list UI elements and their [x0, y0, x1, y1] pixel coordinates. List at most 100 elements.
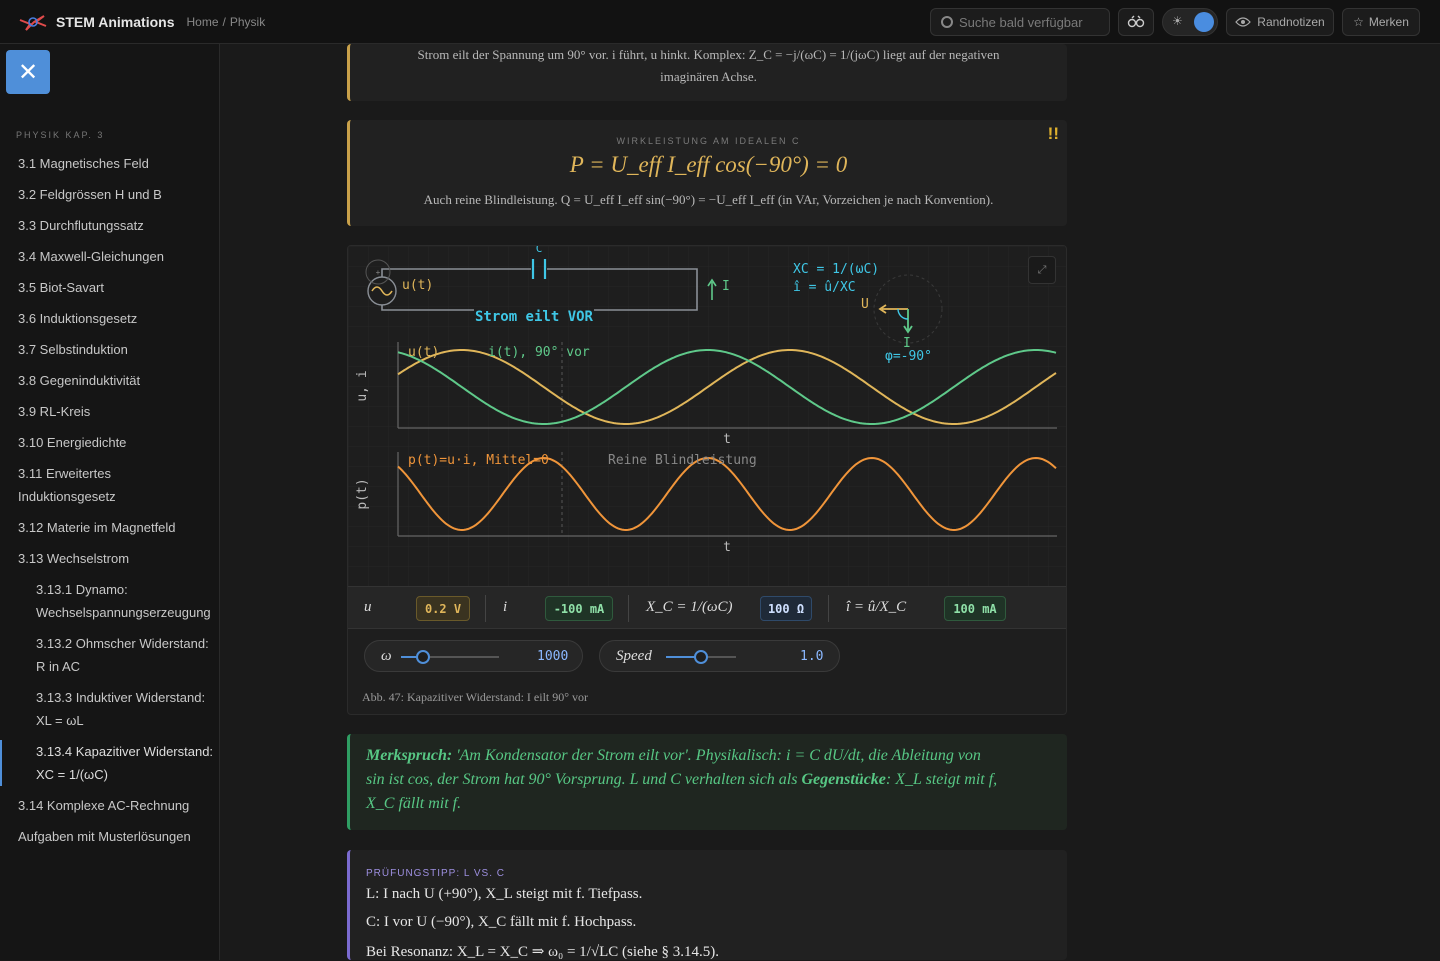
power-legend: p(t)=u·i, Mittel=0: [408, 453, 549, 468]
readout-xc-value: 100 Ω: [760, 596, 812, 621]
reactance-formula: XC = 1/(ωC): [793, 262, 879, 277]
real-power-equation: P = U_eff I_eff cos(−90°) = 0: [569, 152, 848, 177]
readout-amplitude-label: î = û/X_C: [846, 599, 907, 615]
speed-value: 1.0: [800, 649, 824, 664]
phasor-u-label: U: [861, 297, 869, 312]
readout-i-label: i: [503, 599, 508, 615]
eye-icon: [1235, 17, 1252, 27]
mnemonic-text-4: X_C fällt mit f.: [366, 795, 462, 812]
exam-tip-line3: Bei Resonanz: X_L = X_C ⇒ ω₀ = 1/√LC (si…: [366, 944, 720, 960]
current-arrow-label: I: [722, 279, 730, 294]
readout-u-value: 0.2 V: [416, 596, 470, 621]
speed-thumb[interactable]: [694, 650, 708, 664]
sidebar-item[interactable]: 3.13 Wechselstrom: [0, 547, 208, 570]
breadcrumb: Home / Physik: [187, 15, 270, 29]
sidebar-item[interactable]: 3.8 Gegeninduktivität: [0, 369, 208, 392]
sidebar-nav: 3.1 Magnetisches Feld 3.2 Feldgrössen H u…: [0, 152, 219, 856]
real-power-box: WIRKLEISTUNG AM IDEALEN C P = U_eff I_ef…: [347, 120, 1067, 226]
breadcrumb-home[interactable]: Home: [187, 15, 219, 29]
sidebar-item[interactable]: 3.10 Energiedichte: [0, 431, 208, 454]
important-badge: !!: [1047, 124, 1059, 143]
phase-note-line2: imaginären Achse.: [660, 69, 757, 84]
main-content: Strom eilt der Spannung um 90° vor. i fü…: [220, 44, 1440, 960]
circuit-caption: Strom eilt VOR: [475, 309, 594, 325]
mnemonic-text-3: : X_L steigt mit f,: [885, 771, 998, 788]
sidebar-item[interactable]: 3.3 Durchflutungssatz: [0, 214, 208, 237]
brand-title[interactable]: STEM Animations: [56, 14, 175, 30]
logo-icon[interactable]: [18, 10, 48, 34]
sidebar-item[interactable]: 3.13.2 Ohmscher Widerstand: R in AC: [0, 632, 218, 678]
close-icon: ✕: [17, 58, 39, 86]
exam-tip-label: PRÜFUNGSTIPP: L VS. C: [366, 868, 505, 879]
sidebar-item[interactable]: 3.7 Selbstinduktion: [0, 338, 208, 361]
theme-toggle[interactable]: ☀: [1162, 8, 1218, 36]
sidebar-item[interactable]: 3.1 Magnetisches Feld: [0, 152, 208, 175]
plot1-xlabel: t: [723, 432, 731, 447]
readout-xc-label: X_C = 1/(ωC): [646, 599, 733, 615]
sidebar-item[interactable]: 3.6 Induktionsgesetz: [0, 307, 208, 330]
animation-canvas[interactable]: C + u(t) I Strom eilt VOR XC = 1/(ωC) î …: [348, 246, 1066, 586]
grid-background: [348, 246, 1066, 586]
omega-thumb[interactable]: [415, 650, 430, 664]
source-voltage-label: u(t): [402, 278, 433, 293]
speed-slider[interactable]: Speed 1.0: [599, 640, 840, 672]
voltage-legend: u(t): [408, 345, 439, 360]
sidebar-item[interactable]: 3.14 Komplexe AC-Rechnung: [0, 794, 208, 817]
sidebar: ✕ PHYSIK KAP. 3 3.1 Magnetisches Feld 3.2…: [0, 44, 220, 960]
readout-bar: u 0.2 V i -100 mA X_C = 1/(ωC) 100 Ω î =…: [348, 586, 1066, 629]
real-power-subtext: Auch reine Blindleistung. Q = U_eff I_ef…: [423, 192, 994, 207]
breadcrumb-physik[interactable]: Physik: [230, 15, 265, 29]
phase-note-line1: Strom eilt der Spannung um 90° vor. i fü…: [417, 47, 1000, 62]
sidebar-item[interactable]: 3.12 Materie im Magnetfeld: [0, 516, 208, 539]
current-legend: i(t), 90° vor: [488, 345, 590, 360]
figure-caption: Abb. 47: Kapazitiver Widerstand: I eilt …: [362, 690, 589, 704]
readout-separator: [628, 595, 629, 622]
search-input[interactable]: Suche bald verfügbar: [930, 8, 1110, 36]
toggle-knob: [1194, 12, 1214, 32]
sun-icon: ☀: [1172, 14, 1183, 28]
bookmark-button[interactable]: ☆ Merken: [1342, 8, 1420, 36]
omega-value: 1000: [537, 649, 569, 664]
reactive-power-annotation: Reine Blindleistung: [608, 453, 757, 468]
expand-button[interactable]: ⤢: [1028, 256, 1056, 284]
sidebar-item[interactable]: 3.13.3 Induktiver Widerstand: XL = ωL: [0, 686, 218, 732]
sidebar-item[interactable]: 3.5 Biot-Savart: [0, 276, 208, 299]
real-power-label: WIRKLEISTUNG AM IDEALEN C: [616, 136, 801, 146]
mnemonic-box: Merkspruch: 'Am Kondensator der Strom ei…: [347, 734, 1067, 830]
animation-figure: C + u(t) I Strom eilt VOR XC = 1/(ωC) î …: [347, 245, 1067, 715]
sidebar-item[interactable]: Aufgaben mit Musterlösungen: [0, 825, 208, 848]
margin-notes-button[interactable]: Randnotizen: [1226, 8, 1334, 36]
readout-separator: [485, 595, 486, 622]
amplitude-formula: î = û/XC: [793, 280, 856, 295]
accessibility-button[interactable]: [1118, 8, 1154, 36]
exam-tip-line1: L: I nach U (+90°), X_L steigt mit f. Ti…: [366, 886, 643, 902]
sidebar-item[interactable]: 3.13.4 Kapazitiver Widerstand: XC = 1/(ω…: [0, 740, 218, 786]
sidebar-item[interactable]: 3.9 RL-Kreis: [0, 400, 208, 423]
mnemonic-text-2: sin ist cos, der Strom hat 90° Vorsprung…: [366, 771, 802, 788]
speed-label: Speed: [616, 648, 652, 664]
mnemonic-lead: Merkspruch:: [366, 747, 453, 764]
star-icon: ☆: [1353, 15, 1364, 29]
sidebar-item[interactable]: 3.4 Maxwell-Gleichungen: [0, 245, 208, 268]
sidebar-item[interactable]: 3.11 Erweitertes Induktionsgesetz: [0, 462, 208, 508]
search-placeholder: Suche bald verfügbar: [959, 14, 1083, 30]
glasses-icon: [1127, 15, 1145, 28]
close-sidebar-button[interactable]: ✕: [6, 50, 50, 94]
plot1-ylabel: u, i: [355, 370, 370, 401]
mnemonic-text-1: 'Am Kondensator der Strom eilt vor'. Phy…: [452, 747, 981, 764]
sidebar-item[interactable]: 3.2 Feldgrössen H und B: [0, 183, 208, 206]
svg-text:+: +: [376, 268, 381, 277]
phase-note-box: Strom eilt der Spannung um 90° vor. i fü…: [347, 44, 1067, 101]
readout-amplitude-value: 100 mA: [944, 596, 1006, 621]
expand-icon: ⤢: [1037, 263, 1047, 276]
sidebar-item[interactable]: 3.13.1 Dynamo: Wechselspannungserzeugung: [0, 578, 218, 624]
margin-notes-label: Randnotizen: [1257, 15, 1325, 29]
omega-label: ω: [381, 648, 392, 664]
exam-tip-line2: C: I vor U (−90°), X_C fällt mit f. Hoch…: [366, 914, 637, 930]
search-icon: [941, 16, 953, 28]
bookmark-label: Merken: [1368, 15, 1409, 29]
omega-slider[interactable]: ω 1000: [364, 640, 583, 672]
sidebar-section-title: PHYSIK KAP. 3: [16, 130, 105, 140]
capacitor-label: C: [536, 246, 543, 255]
plot2-ylabel: p(t): [355, 478, 370, 509]
